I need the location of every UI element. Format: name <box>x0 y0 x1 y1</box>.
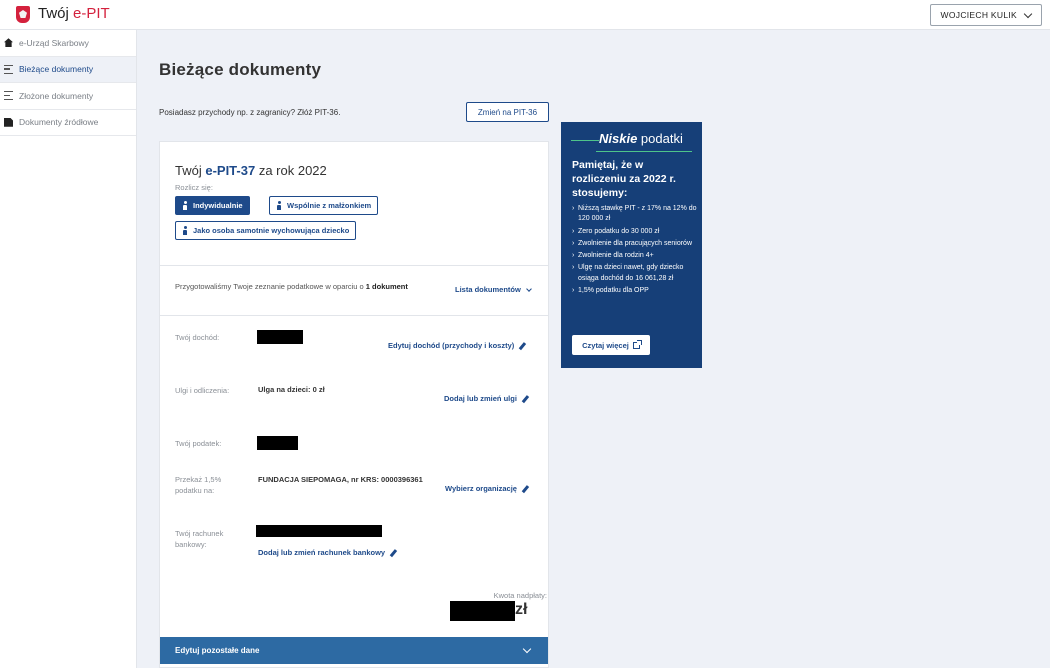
donation-label-line2: podatku na: <box>175 486 215 495</box>
edit-other-data-bar[interactable]: Edytuj pozostałe dane <box>160 637 548 664</box>
prepared-text-main: Przygotowaliśmy Twoje zeznanie podatkowe… <box>175 282 366 291</box>
sidebar-item-label: Bieżące dokumenty <box>19 64 94 75</box>
brand-line <box>571 140 599 141</box>
page-title: Bieżące dokumenty <box>159 60 322 79</box>
redacted-tax <box>257 436 298 450</box>
refund-label: Kwota nadpłaty: <box>493 591 547 600</box>
card-title-form-b: 37 <box>240 163 256 178</box>
promo-list-item: Zero podatku do 30 000 zł <box>572 227 699 238</box>
promo-brand-logo: Niskie podatki <box>561 131 702 152</box>
person-icon <box>182 201 188 210</box>
pencil-icon <box>521 394 529 403</box>
refund-unit: zł <box>515 601 528 618</box>
sidebar-item-submitted-documents[interactable]: Złożone dokumenty <box>0 83 136 110</box>
card-title-prefix: Twój <box>175 163 206 178</box>
pencil-icon <box>521 484 529 493</box>
bank-label-line2: bankowy: <box>175 540 207 549</box>
link-label: Dodaj lub zmień rachunek bankowy <box>258 548 386 557</box>
link-label: Wybierz organizację <box>445 484 517 493</box>
promo-list-item: Zwolnienie dla rodzin 4+ <box>572 251 699 262</box>
bank-account-label: Twój rachunek bankowy: <box>175 528 223 550</box>
chevron-down-icon <box>526 285 532 292</box>
pit-card: Twój e-PIT-37 za rok 2022 Rozlicz się: I… <box>159 141 549 668</box>
promo-list-item: Niższą stawkę PIT - z 17% na 12% do 120 … <box>572 204 699 225</box>
external-link-icon <box>632 339 642 349</box>
option-label: Jako osoba samotnie wychowująca dziecko <box>193 226 350 235</box>
edit-income-link[interactable]: Edytuj dochód (przychody i koszty) <box>388 341 527 350</box>
option-single-parent-button[interactable]: Jako osoba samotnie wychowująca dziecko <box>175 221 357 240</box>
brand-text-bold: Niskie <box>599 131 638 146</box>
promo-list: Niższą stawkę PIT - z 17% na 12% do 120 … <box>572 204 699 298</box>
brand-text: Niskie podatki <box>599 131 683 146</box>
user-menu-button[interactable]: WOJCIECH KULIK <box>929 4 1042 26</box>
edit-other-data-label: Edytuj pozostałe dane <box>175 646 260 655</box>
tax-label: Twój podatek: <box>175 439 222 448</box>
home-icon <box>4 38 13 48</box>
bank-label-line1: Twój rachunek <box>175 529 224 538</box>
donation-value: FUNDACJA SIEPOMAGA, nr KRS: 0000396361 <box>258 475 423 484</box>
option-individual-button[interactable]: Indywidualnie <box>175 196 250 215</box>
parent-child-icon <box>182 226 188 235</box>
prepared-text-bold: 1 dokument <box>365 282 408 291</box>
emblem-icon <box>16 6 30 23</box>
brand-underline <box>596 151 692 152</box>
logo-text: Twój <box>38 5 74 22</box>
sidebar-item-current-documents[interactable]: Bieżące dokumenty <box>0 56 136 83</box>
sidebar-item-e-urzad[interactable]: e-Urząd Skarbowy <box>0 30 136 57</box>
card-title-form-a: e-PIT- <box>205 163 241 178</box>
edit-bank-account-link[interactable]: Dodaj lub zmień rachunek bankowy <box>258 548 397 557</box>
redacted-refund-amount <box>450 601 515 621</box>
sidebar: e-Urząd Skarbowy Bieżące dokumenty Złożo… <box>0 30 137 668</box>
brand-text-rest: podatki <box>637 131 683 146</box>
pencil-icon <box>518 341 527 350</box>
link-label: Dodaj lub zmień ulgi <box>444 394 517 403</box>
card-title-suffix: za rok 2022 <box>255 163 327 178</box>
document-icon <box>4 117 13 127</box>
user-name: WOJCIECH KULIK <box>940 10 1017 20</box>
card-title-form: e-PIT-37 <box>205 163 255 178</box>
donation-label-line1: Przekaż 1,5% <box>175 475 222 484</box>
change-to-pit36-button[interactable]: Zmień na PIT-36 <box>466 102 549 122</box>
promo-list-item: Ulgę na dzieci nawet, gdy dziecko osiąga… <box>572 263 699 284</box>
divider <box>160 315 548 316</box>
donation-label: Przekaż 1,5% podatku na: <box>175 474 221 496</box>
foreign-income-text: Posiadasz przychody np. z zagranicy? Złó… <box>159 108 341 117</box>
promo-list-item: Zwolnienie dla pracujących seniorów <box>572 239 699 250</box>
link-label: Lista dokumentów <box>455 285 521 294</box>
redacted-bank-account <box>256 525 382 537</box>
promo-banner: Niskie podatki Pamiętaj, że w rozliczeni… <box>561 122 702 368</box>
sidebar-item-source-documents[interactable]: Dokumenty źródłowe <box>0 110 136 136</box>
divider <box>160 265 548 266</box>
list-icon <box>4 64 13 74</box>
promo-list-item: 1,5% podatku dla OPP <box>572 286 699 297</box>
pencil-icon <box>389 548 397 557</box>
sidebar-item-label: Dokumenty źródłowe <box>19 117 99 128</box>
top-bar: Twój e-PIT WOJCIECH KULIK <box>0 0 1050 30</box>
logo-accent-text: e-PIT <box>73 5 110 22</box>
option-spouse-button[interactable]: Wspólnie z małżonkiem <box>269 196 379 215</box>
link-label: Edytuj dochód (przychody i koszty) <box>388 341 515 350</box>
read-more-label: Czytaj więcej <box>582 340 629 350</box>
sidebar-item-label: Złożone dokumenty <box>19 90 94 101</box>
prepared-text: Przygotowaliśmy Twoje zeznanie podatkowe… <box>175 282 408 291</box>
settle-label: Rozlicz się: <box>175 183 213 192</box>
promo-heading: Pamiętaj, że w rozliczeniu za 2022 r. st… <box>572 159 676 199</box>
chevron-down-icon <box>522 644 532 654</box>
card-title: Twój e-PIT-37 za rok 2022 <box>175 163 327 178</box>
option-label: Indywidualnie <box>193 201 243 210</box>
sidebar-item-label: e-Urząd Skarbowy <box>19 37 89 48</box>
option-label: Wspólnie z małżonkiem <box>287 201 372 210</box>
edit-reliefs-link[interactable]: Dodaj lub zmień ulgi <box>444 394 529 403</box>
list-check-icon <box>4 91 13 101</box>
couple-icon <box>276 201 282 210</box>
documents-list-link[interactable]: Lista dokumentów <box>455 285 532 294</box>
chevron-down-icon <box>1023 9 1033 18</box>
choose-organization-link[interactable]: Wybierz organizację <box>445 484 529 493</box>
read-more-button[interactable]: Czytaj więcej <box>572 335 650 355</box>
income-label: Twój dochód: <box>175 333 220 342</box>
redacted-income <box>257 330 303 344</box>
reliefs-label: Ulgi i odliczenia: <box>175 386 230 395</box>
reliefs-value: Ulga na dzieci: 0 zł <box>258 385 325 394</box>
app-logo[interactable]: Twój e-PIT <box>38 5 110 22</box>
